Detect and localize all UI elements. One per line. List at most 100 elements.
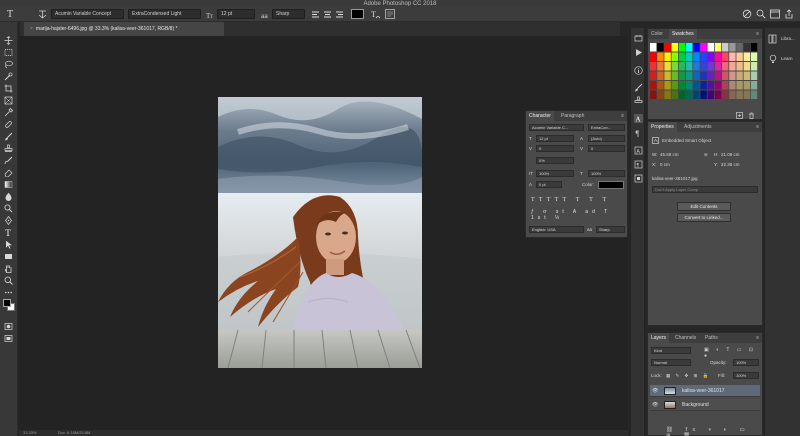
marquee-icon[interactable] [4, 48, 13, 57]
color-swatch[interactable] [693, 52, 700, 62]
brush-settings-icon[interactable] [634, 83, 643, 92]
actions-play-icon[interactable] [634, 48, 643, 57]
char-vertical-scale[interactable]: 100% [536, 170, 574, 177]
char-horizontal-scale[interactable]: 100% [588, 170, 625, 177]
char-font-family[interactable]: Acumin Variable C... [529, 124, 584, 131]
swatch-grid[interactable] [650, 43, 762, 109]
opacity-value[interactable]: 100% [733, 359, 759, 366]
color-swatch[interactable] [743, 71, 750, 81]
color-swatch[interactable] [736, 71, 743, 81]
color-swatch[interactable] [707, 90, 714, 100]
character-panel-toggle-icon[interactable] [385, 9, 395, 19]
crop-icon[interactable] [4, 84, 13, 93]
healing-icon[interactable] [4, 120, 13, 129]
panel-menu-icon[interactable]: ≡ [621, 111, 624, 121]
layers-footer-icons[interactable]: ⛓ fx ◑ ◐ ▭ ⊕ 🗑 [666, 427, 761, 436]
color-swatch[interactable] [671, 43, 678, 52]
character-styles-icon[interactable]: A [634, 146, 643, 155]
color-swatch[interactable] [650, 71, 657, 81]
color-swatch[interactable] [722, 81, 729, 90]
color-swatch[interactable] [700, 43, 707, 52]
color-swatch[interactable] [671, 90, 678, 100]
color-swatch[interactable] [671, 52, 678, 62]
color-swatch[interactable] [736, 52, 743, 62]
char-antialias[interactable]: Sharp [596, 226, 625, 233]
char-font-style[interactable]: ExtraCon... [588, 124, 625, 131]
color-swatch[interactable] [750, 71, 758, 81]
color-swatch[interactable] [707, 52, 714, 62]
color-swatch[interactable] [686, 43, 693, 52]
color-swatch[interactable] [678, 43, 686, 52]
brush-icon[interactable] [4, 132, 13, 141]
info-icon[interactable] [634, 66, 643, 75]
color-swatch[interactable] [657, 81, 664, 90]
x-value[interactable]: 0 cm [660, 162, 670, 167]
color-swatch[interactable] [736, 62, 743, 71]
char-tracking[interactable]: 0 [588, 145, 625, 152]
antialias-select[interactable]: Sharp [272, 9, 305, 19]
color-swatch[interactable] [686, 52, 693, 62]
font-style-select[interactable]: ExtraCondensed Light [128, 9, 201, 19]
text-orientation-icon[interactable] [38, 10, 47, 19]
color-swatch[interactable] [650, 62, 657, 71]
tab-properties[interactable]: Properties [648, 122, 677, 132]
panel-menu-icon[interactable]: ≡ [756, 122, 759, 132]
color-swatch[interactable] [671, 81, 678, 90]
frame-icon[interactable] [4, 96, 13, 105]
color-swatch[interactable] [750, 81, 758, 90]
color-swatch[interactable] [750, 62, 758, 71]
learn-label[interactable]: Learn [781, 56, 793, 61]
color-swatch[interactable] [722, 71, 729, 81]
text-color-swatch[interactable] [351, 9, 364, 19]
opentype-buttons[interactable]: ƒ ơ st A ad T 1st ½ [531, 209, 623, 221]
new-swatch-icon[interactable] [736, 112, 743, 119]
glyphs-icon[interactable] [634, 174, 643, 183]
color-swatch[interactable] [750, 52, 758, 62]
hand-icon[interactable] [4, 264, 13, 273]
color-swatch[interactable] [650, 43, 657, 52]
color-swatch[interactable] [743, 90, 750, 100]
color-swatch[interactable] [678, 52, 686, 62]
color-swatch[interactable] [743, 52, 750, 62]
color-swatch[interactable] [664, 62, 671, 71]
layer-visibility-icon[interactable]: 👁 [652, 399, 658, 411]
color-swatch[interactable] [700, 81, 707, 90]
color-swatch[interactable] [671, 62, 678, 71]
y-value[interactable]: 22.38 cm [721, 162, 740, 167]
paragraph-styles-icon[interactable]: ¶ [634, 160, 643, 169]
color-swatch[interactable] [693, 90, 700, 100]
libraries-icon[interactable] [768, 34, 778, 44]
pen-icon[interactable] [4, 216, 13, 225]
align-left-icon[interactable] [311, 10, 320, 19]
color-swatch[interactable] [714, 90, 722, 100]
color-swatch[interactable] [700, 90, 707, 100]
clone-source-icon[interactable] [634, 96, 643, 105]
text-icon[interactable]: T [4, 228, 13, 237]
color-swatch[interactable] [657, 43, 664, 52]
dodge-icon[interactable] [4, 204, 13, 213]
doc-info[interactable]: Doc: 6.18M/25.8M [58, 430, 91, 435]
character-panel-icon[interactable]: A [634, 114, 643, 123]
document-tab[interactable]: × marija-hajster-6496.jpg @ 33.3% (kalisa… [24, 22, 224, 36]
color-swatch[interactable] [714, 62, 722, 71]
panel-menu-icon[interactable]: ≡ [756, 333, 759, 343]
color-swatch[interactable] [664, 81, 671, 90]
w-value[interactable]: 45.68 cm [660, 152, 679, 157]
color-swatch[interactable] [750, 90, 758, 100]
char-language[interactable]: English: USA [529, 226, 584, 233]
color-swatch[interactable] [693, 71, 700, 81]
zoom-icon[interactable] [4, 276, 13, 285]
color-swatch[interactable] [729, 52, 736, 62]
color-swatch[interactable] [686, 62, 693, 71]
convert-to-linked-button[interactable]: Convert to Linked... [677, 213, 731, 222]
zoom-readout[interactable]: 33.33% [23, 430, 37, 435]
char-leading[interactable]: (Auto) [588, 135, 625, 142]
move-tool-icon[interactable] [4, 36, 13, 45]
color-swatch[interactable] [657, 71, 664, 81]
color-swatch[interactable] [678, 90, 686, 100]
search-icon[interactable] [756, 9, 766, 19]
color-swatch[interactable] [729, 81, 736, 90]
char-color-swatch[interactable] [598, 181, 624, 189]
tab-character[interactable]: Character [526, 111, 554, 121]
align-right-icon[interactable] [335, 10, 344, 19]
